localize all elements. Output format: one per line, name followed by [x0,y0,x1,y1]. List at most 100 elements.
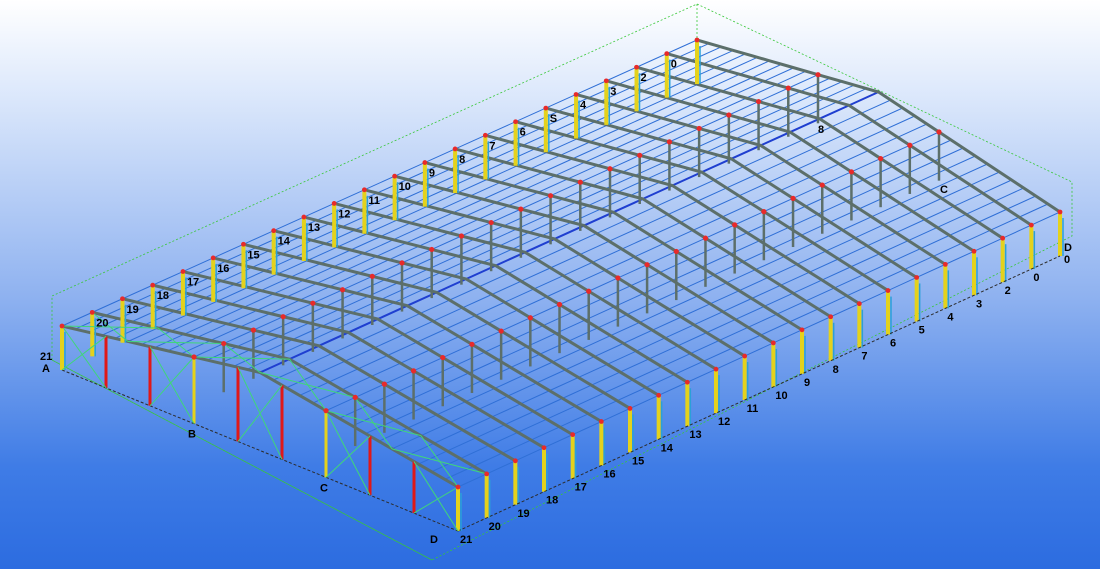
connection-node [770,340,776,346]
connection-node [742,353,748,359]
front-grid-label: 9 [804,377,810,389]
connection-node [512,458,518,464]
purlin-line [391,171,1000,450]
connection-node [191,354,197,360]
roof-brace [420,435,459,488]
connection-node [527,315,533,321]
connection-node [656,392,662,398]
back-grid-label: 4 [580,99,587,111]
connection-node [664,51,670,57]
connection-node [429,246,435,253]
front-grid-label: 21 [460,534,472,546]
front-grid-label: 0 [1033,272,1039,284]
wall-brace [149,356,195,407]
end-grid-label: C [320,482,328,494]
connection-node [513,119,518,125]
connection-node [488,219,494,226]
purlin-line [365,155,976,435]
rafter-frame [515,120,889,292]
structure-3d-view[interactable]: 2120191817161514131211109876543202019181… [0,0,1100,569]
connection-node [598,419,604,424]
connection-node [570,432,576,438]
front-grid-label: 10 [775,390,787,402]
end-grid-label: D [1064,242,1072,254]
connection-node [755,98,762,105]
connection-node [702,235,709,241]
wall-brace [237,384,283,442]
bounding-box-outline [51,3,1073,561]
front-grid-label: 14 [661,442,674,454]
purlin-line [286,107,903,389]
rafter-frame [122,297,517,463]
connection-node [440,354,446,361]
back-grid-label: 7 [489,140,495,152]
connection-node [878,155,884,162]
back-grid-label: 15 [247,249,259,261]
rafter-frame [454,147,832,319]
connection-node [828,314,834,320]
front-grid-label: 3 [976,298,982,310]
wall-brace [325,435,371,478]
connection-node [458,233,465,239]
connection-node [848,169,855,175]
connection-node [684,379,690,385]
connection-node [399,260,405,266]
end-grid-label: 21 [40,351,52,363]
connection-node [1028,222,1034,228]
connection-node [482,132,488,138]
connection-node [339,287,346,293]
connection-node [732,222,738,228]
purlin-line [272,99,891,381]
connection-node [498,328,504,334]
connection-node [573,92,579,97]
front-grid-label: 15 [632,455,644,467]
connection-node [637,152,643,158]
back-grid-label: 6 [520,127,526,139]
connection-node [392,173,398,179]
front-grid-label: 12 [718,416,730,428]
front-grid-label: 20 [489,521,501,533]
back-grid-label: 14 [278,236,291,248]
back-grid-label: 2 [641,72,647,84]
connection-node [280,314,286,320]
end-grid-label: A [42,363,50,375]
back-grid-label: 16 [217,263,229,275]
front-grid-label: 7 [861,351,867,363]
purlin-line [299,115,916,396]
connection-node [694,37,700,43]
connection-node [469,341,475,347]
connection-node [885,288,891,293]
connection-node [310,300,316,306]
connection-node [556,301,563,308]
connection-node [577,179,583,185]
connection-node [541,445,547,451]
back-grid-label: 19 [126,304,138,316]
front-grid-label: 8 [833,364,839,376]
connection-node [696,125,702,132]
connection-node [518,206,524,212]
connection-node [301,214,307,220]
purlin-line [444,203,1049,480]
connection-node [627,406,633,411]
connection-node [210,255,216,261]
back-grid-label: 17 [187,277,199,289]
front-grid-label: 6 [890,338,896,350]
front-grid-label: 2 [1005,285,1011,297]
model-viewport[interactable]: 21 20 19 18 17 16 15 14 13 12 11 10 9 8 7 6 5 4 3 2 0 20 19 18 1… [0,0,1100,569]
connection-node [241,241,246,247]
connection-node [543,105,549,111]
connection-node [666,139,673,145]
connection-node [452,146,458,152]
back-grid-label: 12 [338,208,350,220]
front-grid-label: 5 [919,324,925,336]
connection-node [644,262,650,268]
connection-node [907,142,913,148]
back-grid-label: 9 [429,168,435,180]
connection-node [271,228,277,234]
connection-node [361,187,367,193]
connection-node [120,296,125,302]
front-grid-label: 13 [689,429,701,441]
end-grid-label: B [188,429,196,441]
connection-node [761,209,767,215]
purlin-line [457,211,1061,488]
